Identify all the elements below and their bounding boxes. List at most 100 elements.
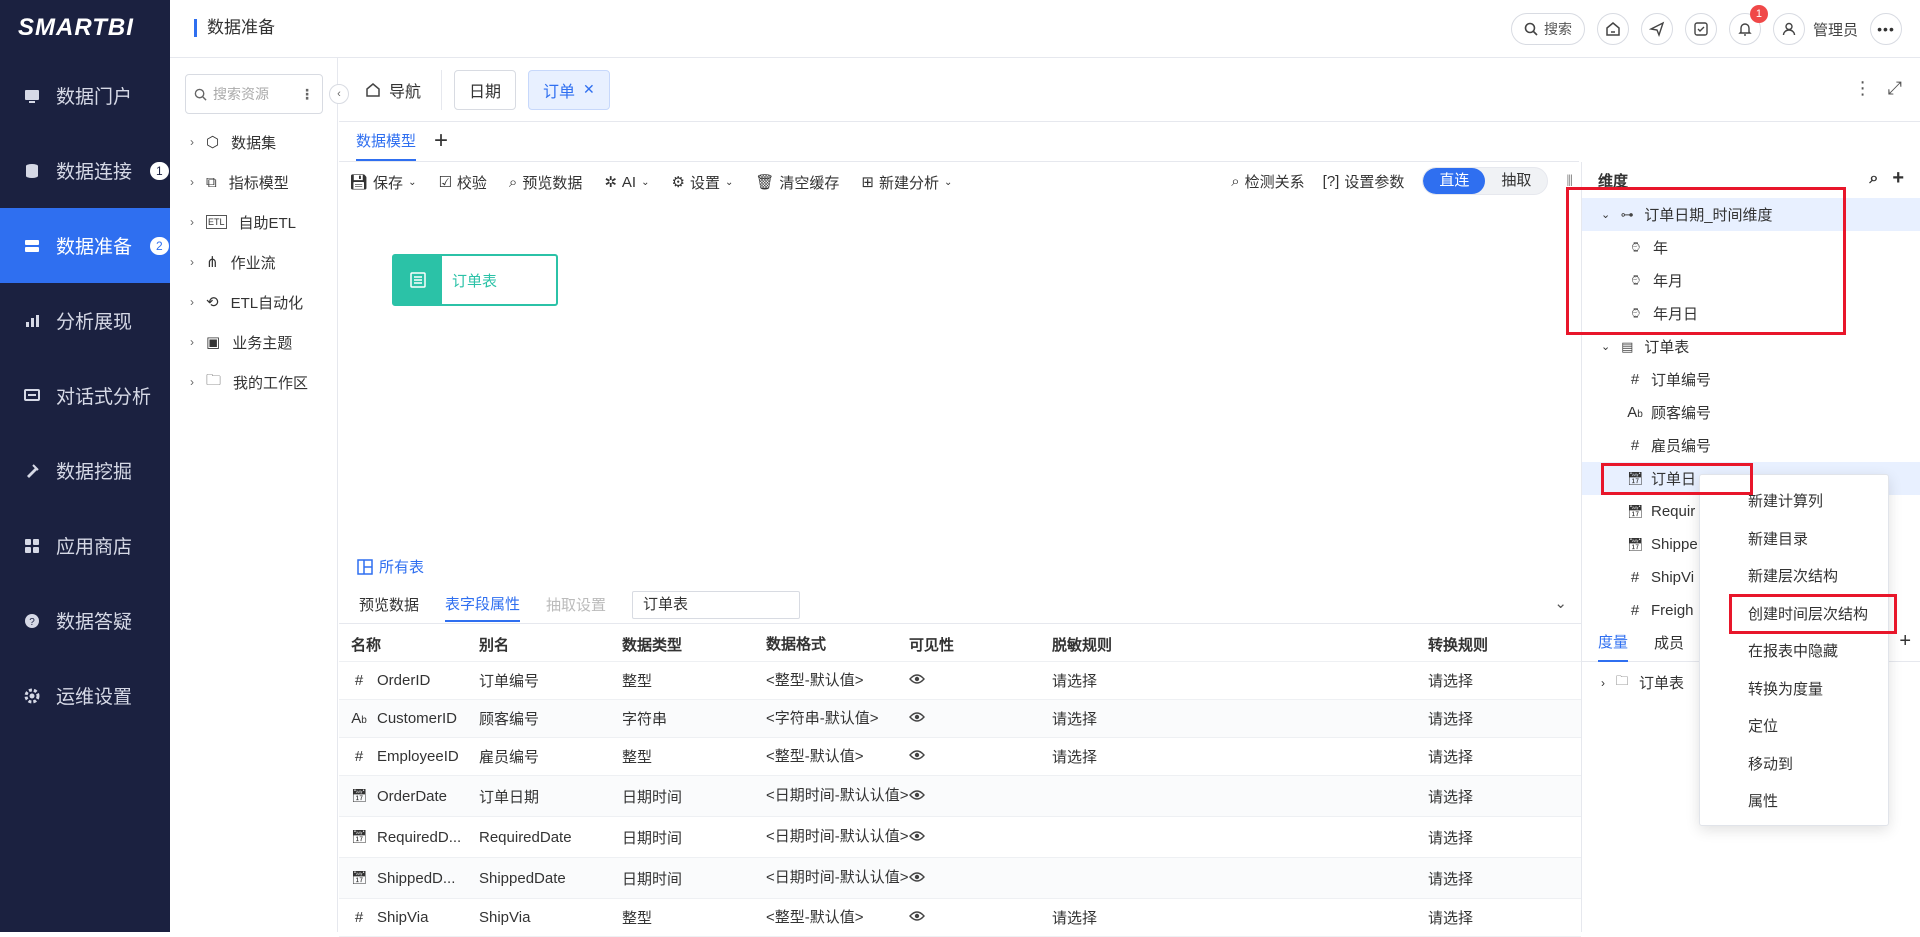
model-canvas[interactable]: 订单表 所有表 (339, 202, 1581, 584)
more-vertical-icon[interactable]: ⋮ (1854, 78, 1872, 99)
sidebar-item-chat-analysis[interactable]: 对话式分析 (0, 358, 170, 433)
global-search-button[interactable]: 搜索 (1510, 13, 1585, 45)
field-convert-cell[interactable]: 请选择 (1428, 708, 1581, 729)
field-mask-cell[interactable]: 请选择 (1052, 708, 1428, 729)
context-menu-item[interactable]: 移动到 (1700, 746, 1888, 784)
chevron-down-icon[interactable]: ⌄ (1554, 594, 1567, 612)
clear-cache-button[interactable]: 🗑︎ 清空缓存 (755, 172, 839, 193)
resource-item-etl-auto[interactable]: › ⟲ ETL自动化 (170, 282, 337, 322)
more-button[interactable]: ••• (1870, 13, 1902, 45)
field-visibility-cell[interactable] (909, 748, 1052, 765)
tab-preview-data[interactable]: 预览数据 (359, 588, 419, 621)
sidebar-item-connection[interactable]: 数据连接 1 (0, 133, 170, 208)
sidebar-item-qa[interactable]: ? 数据答疑 (0, 583, 170, 658)
field-alias-cell[interactable]: 雇员编号 (479, 746, 622, 767)
table-row[interactable]: # OrderID 订单编号 整型 <整型-默认值> 请选择 请选择 (339, 662, 1581, 700)
field-convert-cell[interactable]: 请选择 (1428, 746, 1581, 767)
chevron-right-icon[interactable]: › (190, 255, 194, 269)
add-tab-icon[interactable]: + (434, 127, 448, 161)
sidebar-item-ops-settings[interactable]: 运维设置 (0, 658, 170, 733)
save-button[interactable]: 💾︎ 保存 ⌄ (349, 172, 416, 193)
eye-icon[interactable] (909, 829, 925, 846)
field-visibility-cell[interactable] (909, 788, 1052, 805)
context-menu-item[interactable]: 新建层次结构 (1700, 558, 1888, 596)
context-menu-item[interactable]: 转换为度量 (1700, 671, 1888, 709)
field-mask-cell[interactable]: 请选择 (1052, 670, 1428, 691)
eye-icon[interactable] (909, 748, 925, 765)
dimension-field-item[interactable]: # 雇员编号 (1582, 429, 1920, 462)
field-alias-cell[interactable]: ShippedDate (479, 870, 622, 887)
all-tables-button[interactable]: 所有表 (357, 556, 424, 577)
field-visibility-cell[interactable] (909, 710, 1052, 727)
tab-order[interactable]: 订单 ✕ (528, 69, 610, 110)
preview-data-button[interactable]: ⌕ 预览数据 (509, 172, 582, 193)
resource-item-my-workspace[interactable]: › 🗀 我的工作区 (170, 362, 337, 402)
table-node-order[interactable]: 订单表 (392, 254, 558, 306)
new-analysis-button[interactable]: ⊞ 新建分析 ⌄ (861, 172, 952, 193)
field-convert-cell[interactable]: 请选择 (1428, 868, 1581, 889)
validate-button[interactable]: ☑ 校验 (438, 172, 486, 193)
eye-icon[interactable] (909, 672, 925, 689)
field-visibility-cell[interactable] (909, 870, 1052, 887)
chevron-right-icon[interactable]: › (1601, 676, 1605, 690)
time-level-year[interactable]: ⌚︎ 年 (1582, 231, 1920, 264)
field-visibility-cell[interactable] (909, 672, 1052, 689)
table-dimension-node[interactable]: ⌄ ▤ 订单表 (1582, 330, 1920, 363)
field-type-cell[interactable]: 日期时间 (622, 868, 766, 889)
table-row[interactable]: 📅︎ RequiredD... RequiredDate 日期时间 <日期时间-默认认值… (339, 817, 1581, 858)
time-dimension-node[interactable]: ⌄ ⊶ 订单日期_时间维度 (1582, 198, 1920, 231)
add-icon[interactable]: + (1892, 168, 1904, 188)
eye-icon[interactable] (909, 788, 925, 805)
resource-item-business-theme[interactable]: › ▣ 业务主题 (170, 322, 337, 362)
field-type-cell[interactable]: 整型 (622, 746, 766, 767)
table-row[interactable]: # EmployeeID 雇员编号 整型 <整型-默认值> 请选择 请选择 (339, 738, 1581, 776)
set-params-button[interactable]: [?] 设置参数 (1323, 171, 1405, 192)
panel-toggle-icon[interactable]: ⦀ (1566, 173, 1573, 190)
home-button[interactable] (1596, 13, 1629, 45)
chevron-down-icon[interactable]: ⌄ (1601, 208, 1610, 221)
tab-data-model[interactable]: 数据模型 (356, 130, 417, 161)
context-menu-item[interactable]: 属性 (1700, 783, 1888, 821)
dimension-field-item[interactable]: Ab 顾客编号 (1582, 396, 1920, 429)
field-alias-cell[interactable]: 订单编号 (479, 670, 622, 691)
field-type-cell[interactable]: 日期时间 (622, 786, 766, 807)
send-button[interactable] (1640, 13, 1673, 45)
eye-icon[interactable] (909, 909, 925, 926)
search-icon[interactable]: ⌕ (1869, 170, 1878, 188)
tab-measures[interactable]: 度量 (1598, 623, 1629, 662)
field-mask-cell[interactable]: 请选择 (1052, 746, 1428, 767)
chevron-right-icon[interactable]: › (190, 375, 194, 389)
resource-item-dataset[interactable]: › ⬡ 数据集 (170, 122, 337, 162)
chevron-down-icon[interactable]: ⌄ (1601, 340, 1610, 353)
field-visibility-cell[interactable] (909, 829, 1052, 846)
field-convert-cell[interactable]: 请选择 (1428, 907, 1581, 928)
table-row[interactable]: 📅︎ ShippedD... ShippedDate 日期时间 <日期时间-默认认值> 请… (339, 858, 1581, 899)
table-row[interactable]: 📅︎ OrderDate 订单日期 日期时间 <日期时间-默认认值> 请选择 (339, 776, 1581, 817)
field-convert-cell[interactable]: 请选择 (1428, 827, 1581, 848)
field-mask-cell[interactable]: 请选择 (1052, 907, 1428, 928)
kebab-menu-icon[interactable]: ⋮ (300, 86, 314, 103)
table-row[interactable]: # ShipVia ShipVia 整型 <整型-默认值> 请选择 请选择 (339, 899, 1581, 937)
sidebar-item-analysis[interactable]: 分析展现 (0, 283, 170, 358)
field-type-cell[interactable]: 整型 (622, 907, 766, 928)
sidebar-item-portal[interactable]: 数据门户 (0, 58, 170, 133)
context-menu-item[interactable]: 创建时间层次结构 (1700, 596, 1888, 634)
table-name-field[interactable]: 订单表 (632, 590, 801, 619)
chevron-right-icon[interactable]: › (190, 335, 194, 349)
fullscreen-icon[interactable]: ⤢ (1888, 78, 1902, 99)
field-alias-cell[interactable]: RequiredDate (479, 829, 622, 846)
field-type-cell[interactable]: 日期时间 (622, 827, 766, 848)
ai-button[interactable]: ✲ AI ⌄ (604, 173, 649, 192)
context-menu-item[interactable]: 在报表中隐藏 (1700, 633, 1888, 671)
eye-icon[interactable] (909, 710, 925, 727)
context-menu-item[interactable]: 新建目录 (1700, 521, 1888, 559)
field-type-cell[interactable]: 整型 (622, 670, 766, 691)
field-alias-cell[interactable]: ShipVia (479, 909, 622, 926)
tab-field-properties[interactable]: 表字段属性 (445, 587, 521, 622)
field-alias-cell[interactable]: 顾客编号 (479, 708, 622, 729)
table-row[interactable]: Ab CustomerID 顾客编号 字符串 <字符串-默认值> 请选择 请选择 (339, 700, 1581, 738)
settings-button[interactable]: ⚙ 设置 ⌄ (672, 172, 734, 193)
resource-item-metric-model[interactable]: › ⧉ 指标模型 (170, 162, 337, 202)
chevron-right-icon[interactable]: › (190, 295, 194, 309)
context-menu-item[interactable]: 定位 (1700, 708, 1888, 746)
